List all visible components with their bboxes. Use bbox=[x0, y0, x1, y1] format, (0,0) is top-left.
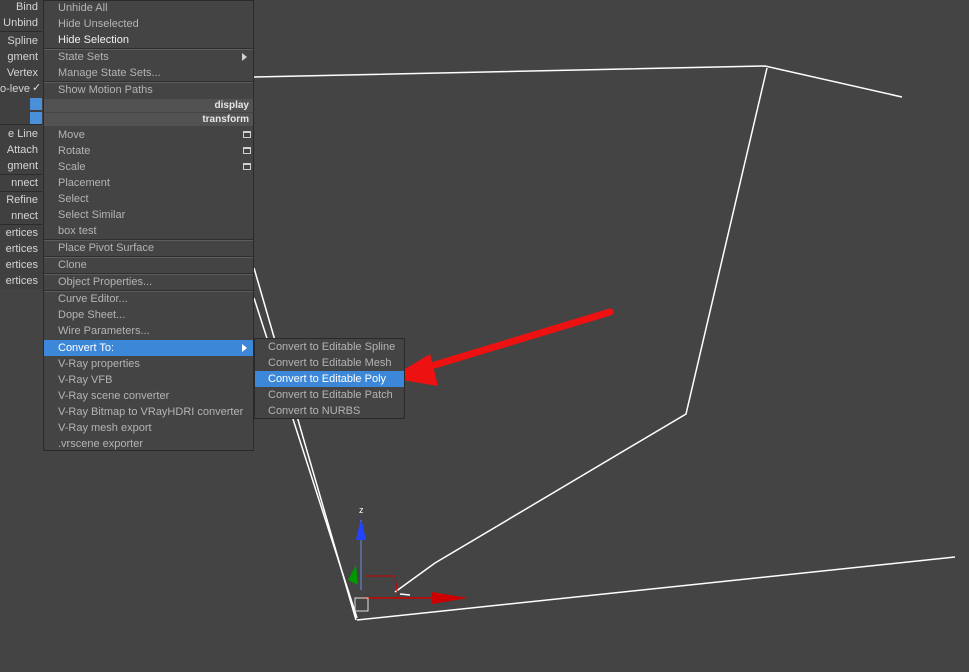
left-item-vertices-4[interactable]: ertices bbox=[0, 273, 38, 289]
state-sets-label: State Sets bbox=[58, 51, 109, 63]
submenu-item-editable-poly[interactable]: Convert to Editable Poly bbox=[255, 371, 404, 387]
menu-item-hide-selection[interactable]: Hide Selection bbox=[44, 32, 253, 48]
left-quad-column: Bind Unbind Spline gment Vertex o-level … bbox=[0, 0, 42, 289]
left-item-connect[interactable]: nnect bbox=[0, 175, 38, 191]
menu-item-state-sets[interactable]: State Sets bbox=[44, 49, 253, 65]
menu-item-hide-unselected[interactable]: Hide Unselected bbox=[44, 16, 253, 32]
menu-item-vray-properties[interactable]: V-Ray properties bbox=[44, 356, 253, 372]
menu-item-select-similar[interactable]: Select Similar bbox=[44, 207, 253, 223]
menu-item-object-properties[interactable]: Object Properties... bbox=[44, 274, 253, 290]
submenu-item-editable-patch[interactable]: Convert to Editable Patch bbox=[255, 387, 404, 403]
axis-z-label: z bbox=[359, 505, 364, 515]
menu-item-box-test[interactable]: box test bbox=[44, 223, 253, 239]
menu-item-vray-bitmap-converter[interactable]: V-Ray Bitmap to VRayHDRI converter bbox=[44, 404, 253, 420]
menu-item-show-motion-paths[interactable]: Show Motion Paths bbox=[44, 82, 253, 98]
menu-item-rotate[interactable]: Rotate bbox=[44, 143, 253, 159]
left-item-segment[interactable]: gment bbox=[0, 49, 38, 65]
left-separator bbox=[0, 124, 42, 125]
quad-menu: Unhide All Hide Unselected Hide Selectio… bbox=[43, 0, 254, 451]
quad-corner-icon bbox=[30, 112, 42, 124]
left-item-vertices-2[interactable]: ertices bbox=[0, 241, 38, 257]
settings-box-icon[interactable] bbox=[243, 147, 251, 154]
menu-item-vray-vfb[interactable]: V-Ray VFB bbox=[44, 372, 253, 388]
menu-item-convert-to[interactable]: Convert To: bbox=[44, 340, 253, 356]
quad-header-transform: transform bbox=[44, 113, 253, 126]
menu-item-place-pivot-surface[interactable]: Place Pivot Surface bbox=[44, 240, 253, 256]
menu-item-select[interactable]: Select bbox=[44, 191, 253, 207]
left-separator bbox=[0, 31, 42, 32]
menu-item-vrscene-exporter[interactable]: .vrscene exporter bbox=[44, 436, 253, 452]
convert-to-submenu: Convert to Editable Spline Convert to Ed… bbox=[254, 338, 405, 419]
checkmark-icon: ✓ bbox=[32, 82, 42, 94]
menu-item-vray-mesh-export[interactable]: V-Ray mesh export bbox=[44, 420, 253, 436]
menu-item-clone[interactable]: Clone bbox=[44, 257, 253, 273]
move-label: Move bbox=[58, 129, 85, 141]
menu-item-manage-state-sets[interactable]: Manage State Sets... bbox=[44, 65, 253, 81]
menu-item-move[interactable]: Move bbox=[44, 127, 253, 143]
left-item-segment-2[interactable]: gment bbox=[0, 158, 38, 174]
menu-item-scale[interactable]: Scale bbox=[44, 159, 253, 175]
scale-label: Scale bbox=[58, 161, 86, 173]
submenu-item-editable-mesh[interactable]: Convert to Editable Mesh bbox=[255, 355, 404, 371]
left-item-vertex[interactable]: Vertex bbox=[0, 65, 38, 81]
submenu-arrow-icon bbox=[242, 344, 247, 352]
settings-box-icon[interactable] bbox=[243, 131, 251, 138]
menu-item-placement[interactable]: Placement bbox=[44, 175, 253, 191]
quad-header-display: display bbox=[44, 99, 253, 112]
left-item-unbind[interactable]: Unbind bbox=[0, 15, 38, 31]
left-item-sublevel[interactable]: o-level bbox=[0, 81, 30, 97]
left-item-vertices-1[interactable]: ertices bbox=[0, 225, 38, 241]
submenu-arrow-icon bbox=[242, 53, 247, 61]
menu-item-dope-sheet[interactable]: Dope Sheet... bbox=[44, 307, 253, 323]
rotate-label: Rotate bbox=[58, 145, 91, 157]
settings-box-icon[interactable] bbox=[243, 163, 251, 170]
left-item-refine[interactable]: Refine bbox=[0, 192, 38, 208]
left-item-vertices-3[interactable]: ertices bbox=[0, 257, 38, 273]
menu-item-wire-parameters[interactable]: Wire Parameters... bbox=[44, 323, 253, 339]
submenu-item-editable-spline[interactable]: Convert to Editable Spline bbox=[255, 339, 404, 355]
submenu-item-nurbs[interactable]: Convert to NURBS bbox=[255, 403, 404, 419]
quad-corner-icon bbox=[30, 98, 42, 110]
menu-item-curve-editor[interactable]: Curve Editor... bbox=[44, 291, 253, 307]
left-item-attach[interactable]: Attach bbox=[0, 142, 38, 158]
left-item-bind[interactable]: Bind bbox=[0, 0, 38, 15]
left-item-connect-2[interactable]: nnect bbox=[0, 208, 38, 224]
left-item-spline[interactable]: Spline bbox=[0, 33, 38, 49]
menu-item-vray-scene-converter[interactable]: V-Ray scene converter bbox=[44, 388, 253, 404]
left-item-line[interactable]: e Line bbox=[0, 126, 38, 142]
menu-item-unhide-all[interactable]: Unhide All bbox=[44, 0, 253, 16]
annotation-arrow bbox=[390, 308, 614, 386]
convert-to-label: Convert To: bbox=[58, 342, 115, 354]
